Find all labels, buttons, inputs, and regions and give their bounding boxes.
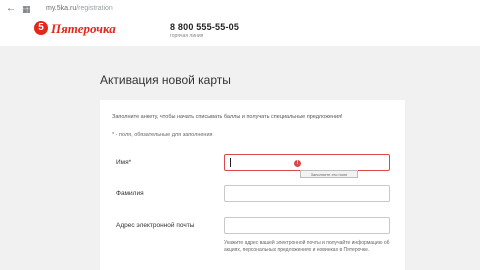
email-label: Адрес электронной почты	[116, 222, 195, 229]
logo-text[interactable]: Пятерочка	[51, 21, 116, 37]
url-host: my.5ka.ru	[46, 5, 77, 12]
browser-toolbar: ← ▦ my.5ka.ru/registration	[0, 0, 480, 19]
email-hint: Укажите адрес вашей электронной почты и …	[224, 240, 390, 253]
url-path: /registration	[76, 5, 113, 12]
first-name-label: Имя*	[116, 159, 132, 166]
hotline-caption: горячая линия	[170, 33, 204, 39]
error-tooltip: Заполните это поле	[300, 170, 358, 178]
apps-grid-icon[interactable]: ▦	[22, 2, 31, 16]
address-bar[interactable]: my.5ka.ru/registration	[46, 2, 466, 16]
first-name-input[interactable]	[224, 154, 390, 171]
text-caret	[230, 158, 231, 167]
arrow-left-icon[interactable]: ←	[6, 2, 16, 16]
last-name-input[interactable]	[224, 185, 390, 202]
hotline-phone[interactable]: 8 800 555-55-05	[170, 22, 239, 32]
form-intro: Заполните анкету, чтобы начать списывать…	[112, 114, 343, 120]
email-input[interactable]	[224, 217, 390, 234]
page-title: Активация новой карты	[100, 73, 231, 87]
last-name-label: Фамилия	[116, 190, 144, 197]
error-icon: !	[294, 160, 301, 167]
logo-mark[interactable]: 5	[34, 21, 48, 35]
required-note: * - поля, обязательные для заполнения	[112, 132, 213, 138]
